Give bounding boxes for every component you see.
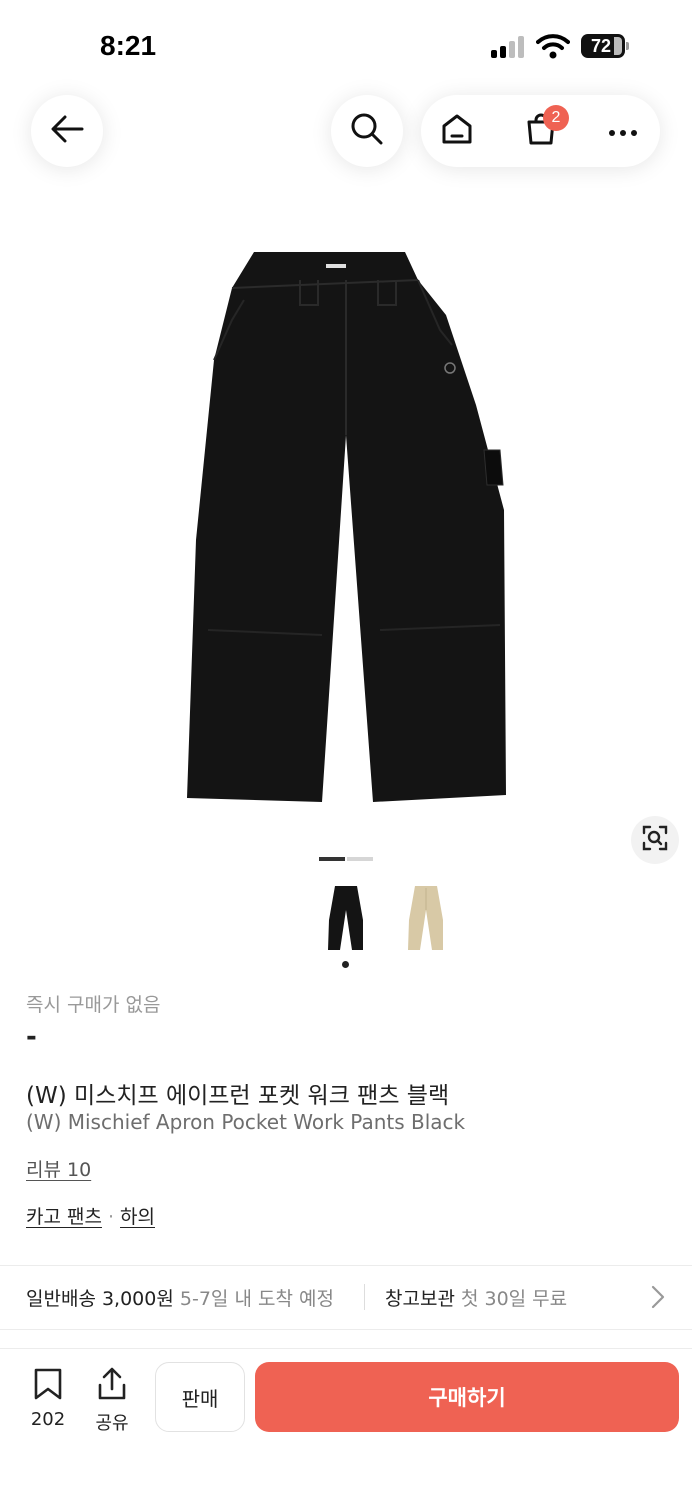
more-icon xyxy=(608,122,638,141)
back-arrow-icon xyxy=(50,114,84,148)
share-icon xyxy=(96,1367,128,1405)
buy-button[interactable]: 구매하기 xyxy=(255,1362,679,1432)
back-button[interactable] xyxy=(31,95,103,167)
lens-icon xyxy=(642,825,668,855)
bottom-action-bar: 202 공유 판매 구매하기 xyxy=(0,1348,692,1500)
storage-label: 창고보관 xyxy=(385,1288,455,1310)
shipping-row[interactable]: 일반배송 3,000원 5-7일 내 도착 예정 창고보관 첫 30일 무료 xyxy=(0,1266,692,1328)
price: - xyxy=(26,1022,37,1052)
bookmark-icon xyxy=(33,1368,63,1405)
product-image[interactable] xyxy=(0,210,692,850)
category-link-cargo-pants[interactable]: 카고 팬츠 xyxy=(26,1206,102,1228)
review-link[interactable]: 리뷰 10 xyxy=(26,1155,91,1182)
search-button[interactable] xyxy=(331,95,403,167)
share-button[interactable]: 공유 xyxy=(84,1367,140,1435)
category-separator: · xyxy=(107,1206,115,1228)
cart-badge: 2 xyxy=(543,105,569,131)
chevron-right-icon xyxy=(650,1284,666,1314)
signal-icon xyxy=(491,36,527,58)
status-bar: 8:21 72 xyxy=(0,0,692,90)
thumbnail-beige[interactable] xyxy=(391,880,461,954)
bookmark-count: 202 xyxy=(30,1409,66,1430)
home-button[interactable] xyxy=(427,95,487,167)
no-immediate-buy-label: 즉시 구매가 없음 xyxy=(26,994,161,1016)
sell-button[interactable]: 판매 xyxy=(155,1362,245,1432)
battery-level: 72 xyxy=(590,36,612,56)
shipping-fee: 3,000원 xyxy=(101,1288,174,1310)
shipping-label: 일반배송 xyxy=(26,1288,96,1310)
category-link-bottoms[interactable]: 하의 xyxy=(120,1206,155,1228)
image-indicator xyxy=(347,857,373,861)
battery-icon: 72 xyxy=(581,34,629,58)
category-breadcrumb: 카고 팬츠 · 하의 xyxy=(26,1202,155,1229)
thumbnail-black[interactable] xyxy=(311,880,381,954)
share-label: 공유 xyxy=(95,1413,129,1434)
nav-pill: 2 xyxy=(421,95,660,167)
thumbnail-selected-dot xyxy=(342,961,349,968)
storage-info: 창고보관 첫 30일 무료 xyxy=(385,1284,567,1311)
lens-button[interactable] xyxy=(631,816,679,864)
home-icon xyxy=(440,112,474,150)
storage-note: 첫 30일 무료 xyxy=(460,1288,568,1310)
product-title-en: (W) Mischief Apron Pocket Work Pants Bla… xyxy=(26,1110,466,1134)
shipping-eta: 5-7일 내 도착 예정 xyxy=(179,1288,334,1310)
shipping-divider xyxy=(364,1284,365,1310)
bookmark-button[interactable]: 202 xyxy=(20,1367,76,1430)
status-time: 8:21 xyxy=(100,30,157,61)
search-icon xyxy=(350,112,384,150)
divider xyxy=(0,1329,692,1330)
product-title-ko: (W) 미스치프 에이프런 포켓 워크 팬츠 블랙 xyxy=(26,1083,450,1109)
image-indicator-active xyxy=(319,857,345,861)
shipping-info: 일반배송 3,000원 5-7일 내 도착 예정 xyxy=(26,1284,334,1311)
more-button[interactable] xyxy=(593,95,653,167)
wifi-icon xyxy=(536,33,570,63)
